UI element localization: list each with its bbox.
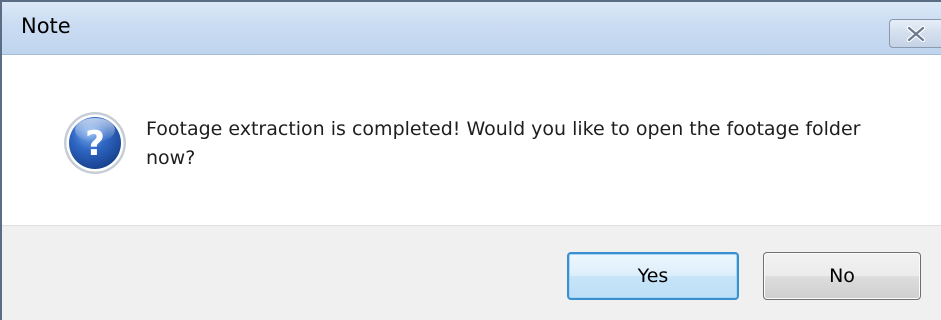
title-bar[interactable]: Note (2, 2, 941, 55)
question-icon: ? (64, 112, 126, 174)
note-dialog: Note ? Footage extraction is completed! … (0, 0, 941, 320)
button-bar: Yes No (2, 225, 941, 320)
message-text: Footage extraction is completed! Would y… (146, 118, 861, 169)
window-title: Note (21, 14, 71, 38)
svg-text:?: ? (85, 124, 105, 164)
close-icon (906, 26, 926, 42)
close-button[interactable] (889, 19, 941, 48)
yes-button[interactable]: Yes (567, 252, 739, 300)
no-button[interactable]: No (763, 252, 921, 300)
message-area: ? Footage extraction is completed! Would… (2, 55, 941, 225)
